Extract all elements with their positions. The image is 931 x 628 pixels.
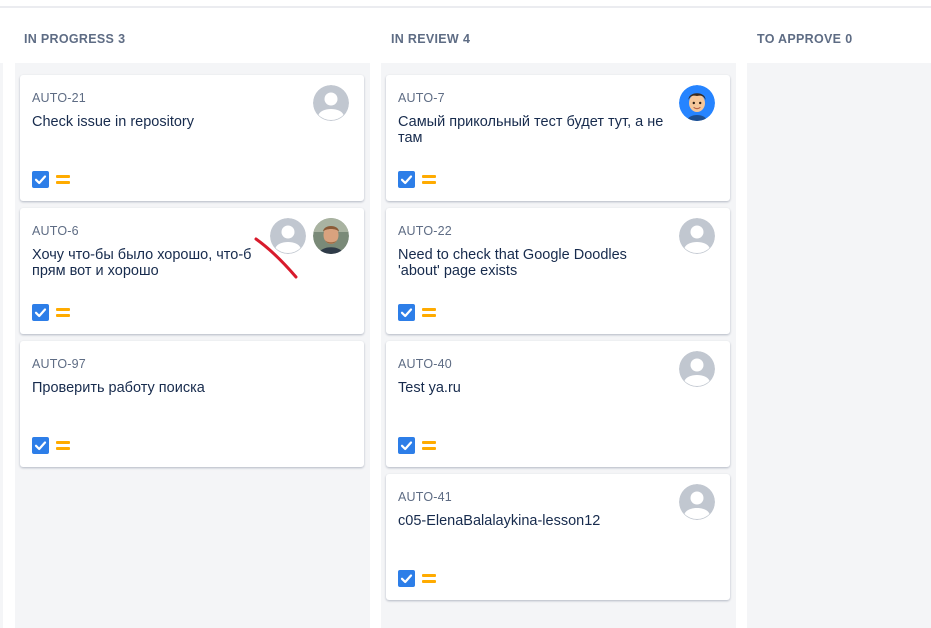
issue-summary: Check issue in repository [32, 114, 194, 130]
checkbox-checked-icon [32, 304, 49, 321]
priority-medium-icon [422, 573, 436, 584]
column-count: 4 [462, 32, 471, 46]
issue-key[interactable]: AUTO-21 [32, 91, 86, 105]
issue-key[interactable]: AUTO-97 [32, 357, 86, 371]
issue-card[interactable]: AUTO-41 c05-ElenaBalalaykina-lesson12 [386, 474, 730, 600]
issue-card[interactable]: AUTO-21 Check issue in repository [20, 75, 364, 201]
default-user-icon[interactable] [679, 351, 715, 387]
column-header-in-review: IN REVIEW 4 [391, 32, 470, 46]
issue-key[interactable]: AUTO-41 [398, 490, 452, 504]
column-header-in-progress: IN PROGRESS 3 [24, 32, 125, 46]
priority-medium-icon [422, 174, 436, 185]
column-title: IN PROGRESS [24, 32, 115, 46]
checkbox-checked-icon [32, 171, 49, 188]
issue-key[interactable]: AUTO-6 [32, 224, 79, 238]
checkbox-checked-icon [398, 171, 415, 188]
column-count: 0 [845, 32, 853, 46]
priority-medium-icon [56, 307, 70, 318]
column-prev-edge [0, 63, 3, 628]
issue-key[interactable]: AUTO-7 [398, 91, 445, 105]
column-header-to-approve: TO APPROVE 0 [757, 32, 853, 46]
default-user-icon[interactable] [679, 218, 715, 254]
issue-summary: Need to check that Google Doodles'about'… [398, 247, 627, 279]
priority-medium-icon [56, 174, 70, 185]
checkbox-checked-icon [398, 437, 415, 454]
issue-summary: Test ya.ru [398, 380, 461, 396]
issue-card[interactable]: AUTO-7 Самый прикольный тест будет тут, … [386, 75, 730, 201]
user-photo-avatar[interactable] [313, 218, 349, 254]
checkbox-checked-icon [398, 304, 415, 321]
priority-medium-icon [56, 440, 70, 451]
top-divider [0, 6, 931, 8]
column-to-approve[interactable] [747, 63, 931, 628]
default-user-icon[interactable] [679, 484, 715, 520]
column-count: 3 [118, 32, 126, 46]
default-user-icon[interactable] [270, 218, 306, 254]
issue-card[interactable]: AUTO-40 Test ya.ru [386, 341, 730, 467]
issue-card[interactable]: AUTO-6 Хочу что-бы было хорошо, что-б пря… [20, 208, 364, 334]
default-user-icon[interactable] [313, 85, 349, 121]
priority-medium-icon [422, 440, 436, 451]
issue-card[interactable]: AUTO-22 Need to check that Google Doodle… [386, 208, 730, 334]
priority-medium-icon [422, 307, 436, 318]
checkbox-checked-icon [398, 570, 415, 587]
issue-card[interactable]: AUTO-97 Проверить работу поиска [20, 341, 364, 467]
column-title: TO APPROVE [757, 32, 842, 46]
issue-key[interactable]: AUTO-40 [398, 357, 452, 371]
cartoon-user-avatar[interactable] [679, 85, 715, 121]
issue-summary: Самый прикольный тест будет тут, а не там [398, 114, 664, 146]
checkbox-checked-icon [32, 437, 49, 454]
issue-key[interactable]: AUTO-22 [398, 224, 452, 238]
column-title: IN REVIEW [391, 32, 459, 46]
issue-summary: c05-ElenaBalalaykina-lesson12 [398, 513, 601, 529]
issue-summary: Проверить работу поиска [32, 380, 205, 396]
